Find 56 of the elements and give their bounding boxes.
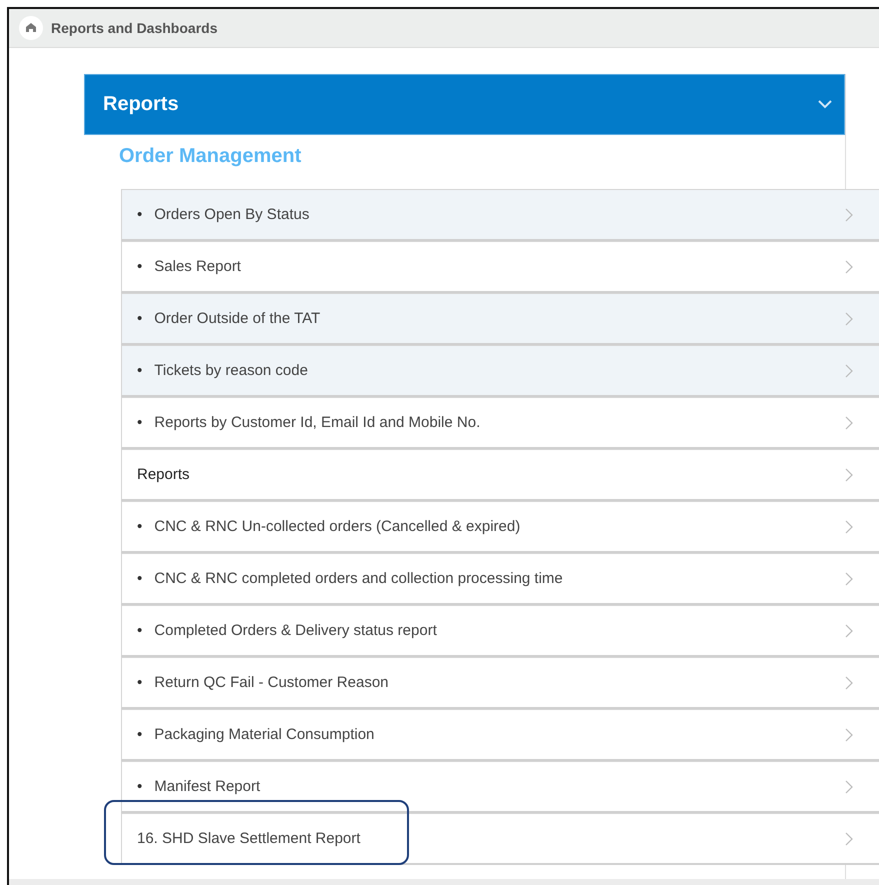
bullet-mark: • — [137, 622, 142, 640]
chevron-right-icon — [845, 728, 853, 742]
report-link[interactable]: 16. SHD Slave Settlement Report — [137, 830, 360, 848]
report-row[interactable]: Reports — [121, 449, 879, 502]
panel-header[interactable]: Reports — [84, 74, 845, 136]
home-icon[interactable] — [19, 16, 43, 40]
chevron-right-icon — [845, 260, 853, 274]
report-row[interactable]: • Reports by Customer Id, Email Id and Mobile No. — [121, 397, 879, 450]
chevron-right-icon — [845, 312, 853, 326]
bullet-mark: • — [137, 206, 142, 224]
report-link[interactable]: Order Outside of the TAT — [154, 310, 320, 328]
report-row[interactable]: • Manifest Report — [121, 761, 879, 814]
chevron-right-icon — [845, 624, 853, 638]
bullet-mark: • — [137, 518, 142, 536]
bullet-mark: • — [137, 570, 142, 588]
report-link[interactable]: Sales Report — [154, 258, 241, 276]
report-row[interactable]: • CNC & RNC completed orders and collection processing time — [121, 553, 879, 606]
report-link[interactable]: Packaging Material Consumption — [154, 726, 374, 744]
breadcrumb-title[interactable]: Reports and Dashboards — [51, 20, 218, 36]
chevron-right-icon — [845, 572, 853, 586]
panel-title: Reports — [103, 93, 179, 116]
report-row[interactable]: • Packaging Material Consumption — [121, 709, 879, 762]
bullet-mark: • — [137, 778, 142, 796]
report-link[interactable]: Return QC Fail - Customer Reason — [154, 674, 389, 692]
report-row[interactable]: • Return QC Fail - Customer Reason — [121, 657, 879, 710]
report-row[interactable]: 16. SHD Slave Settlement Report — [121, 813, 879, 866]
report-row[interactable]: • Orders Open By Status — [121, 189, 879, 242]
chevron-right-icon — [845, 832, 853, 846]
bullet-mark: • — [137, 362, 142, 380]
chevron-right-icon — [845, 520, 853, 534]
chevron-right-icon — [845, 208, 853, 222]
report-link[interactable]: Completed Orders & Delivery status report — [154, 622, 437, 640]
chevron-right-icon — [845, 676, 853, 690]
group-heading: Reports — [137, 466, 190, 484]
report-row[interactable]: • CNC & RNC Un-collected orders (Cancelled & expired) — [121, 501, 879, 554]
chevron-down-icon[interactable] — [818, 100, 832, 110]
chevron-right-icon — [845, 416, 853, 430]
report-link[interactable]: CNC & RNC completed orders and collection processing time — [154, 570, 563, 588]
report-link[interactable]: Reports by Customer Id, Email Id and Mobile No. — [154, 414, 480, 432]
bullet-mark: • — [137, 726, 142, 744]
report-link[interactable]: Manifest Report — [154, 778, 260, 796]
report-row[interactable]: • Tickets by reason code — [121, 345, 879, 398]
section-title: Order Management — [119, 145, 302, 170]
report-row[interactable]: • Completed Orders & Delivery status report — [121, 605, 879, 658]
report-row[interactable]: • Order Outside of the TAT — [121, 293, 879, 346]
report-link[interactable]: Orders Open By Status — [154, 206, 310, 224]
report-link[interactable]: CNC & RNC Un-collected orders (Cancelled & expired) — [154, 518, 520, 536]
chevron-right-icon — [845, 780, 853, 794]
report-link[interactable]: Tickets by reason code — [154, 362, 308, 380]
bullet-mark: • — [137, 414, 142, 432]
bullet-mark: • — [137, 674, 142, 692]
bullet-mark: • — [137, 310, 142, 328]
chevron-right-icon — [845, 468, 853, 482]
bullet-mark: • — [137, 258, 142, 276]
chevron-right-icon — [845, 364, 853, 378]
report-row[interactable]: • Sales Report — [121, 241, 879, 294]
